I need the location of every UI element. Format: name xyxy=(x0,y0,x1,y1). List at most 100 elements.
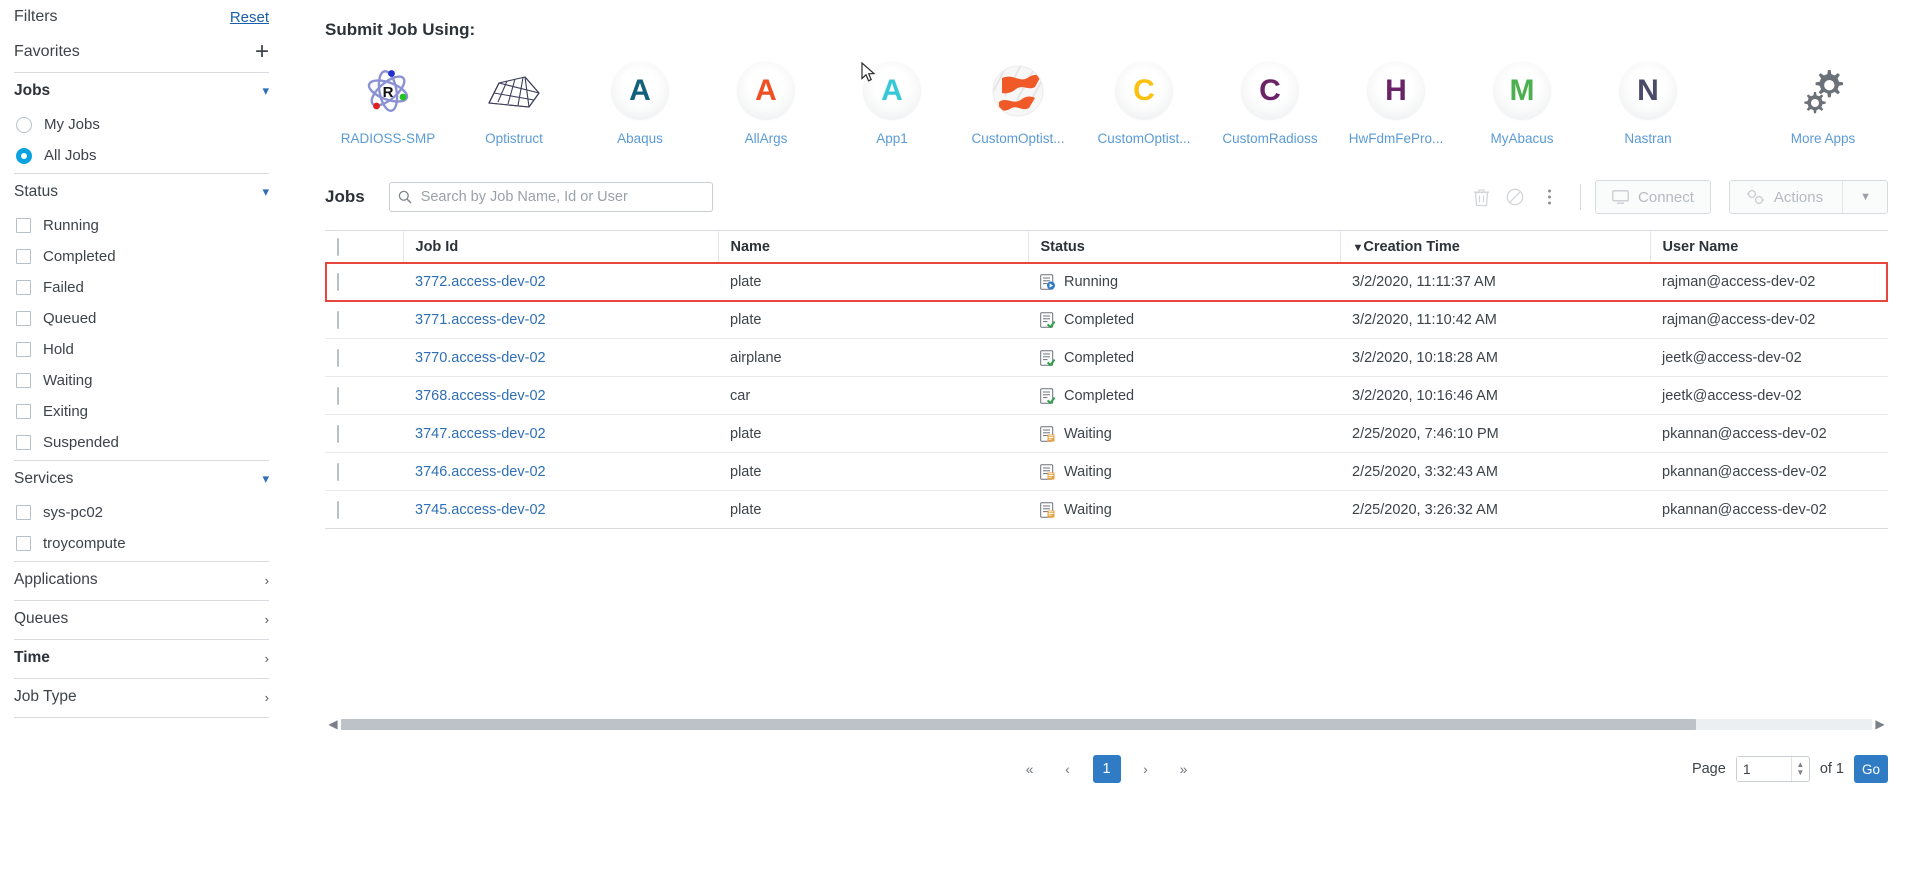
app-label: Optistruct xyxy=(485,131,543,146)
app-radioss-smp[interactable]: R RADIOSS-SMP xyxy=(325,62,451,146)
column-header-creation-time[interactable]: ▼Creation Time xyxy=(1340,230,1651,263)
search-box[interactable] xyxy=(388,182,713,212)
app-allargs[interactable]: A AllArgs xyxy=(703,62,829,146)
row-checkbox[interactable] xyxy=(337,500,339,519)
app-nastran[interactable]: N Nastran xyxy=(1585,62,1711,146)
sidebar-group-services[interactable]: Services ▾ xyxy=(14,461,269,497)
app-customradioss[interactable]: C CustomRadioss xyxy=(1207,62,1333,146)
page-number-stepper[interactable]: ▲ ▼ xyxy=(1735,756,1810,782)
total-pages-label: of 1 xyxy=(1819,761,1844,777)
table-row[interactable]: 3771.access-dev-02 plate Completed 3/2/2… xyxy=(325,300,1888,339)
checkbox-status-waiting[interactable]: Waiting xyxy=(14,365,269,396)
scroll-right-icon[interactable]: ▶ xyxy=(1872,717,1888,731)
job-id-link[interactable]: 3746.access-dev-02 xyxy=(415,464,546,480)
reset-filters-link[interactable]: Reset xyxy=(230,9,269,26)
app-optistruct[interactable]: Optistruct xyxy=(451,62,577,146)
checkbox-status-exiting[interactable]: Exiting xyxy=(14,396,269,427)
scroll-left-icon[interactable]: ◀ xyxy=(325,717,341,731)
creation-time-label: Creation Time xyxy=(1363,238,1460,255)
job-id-link[interactable]: 3745.access-dev-02 xyxy=(415,502,546,518)
filters-title: Filters xyxy=(14,8,58,25)
select-all-checkbox[interactable] xyxy=(337,237,339,256)
actions-button[interactable]: Actions ▼ xyxy=(1728,180,1888,214)
horizontal-scrollbar[interactable]: ◀ ▶ xyxy=(325,717,1888,731)
sidebar-group-applications[interactable]: Applications › xyxy=(14,562,269,598)
search-input[interactable] xyxy=(418,188,704,206)
kebab-menu-icon[interactable] xyxy=(1532,182,1566,212)
checkbox-status-suspended[interactable]: Suspended xyxy=(14,427,269,458)
app-myabacus[interactable]: M MyAbacus xyxy=(1459,62,1585,146)
column-header-status[interactable]: Status xyxy=(1028,230,1341,263)
table-row[interactable]: 3768.access-dev-02 car Completed 3/2/202… xyxy=(325,376,1888,415)
sidebar-group-queues[interactable]: Queues › xyxy=(14,601,269,637)
scrollbar-thumb[interactable] xyxy=(341,718,1696,730)
row-checkbox[interactable] xyxy=(337,424,339,443)
page-1-button[interactable]: 1 xyxy=(1092,755,1121,783)
connect-button[interactable]: Connect xyxy=(1595,180,1711,214)
job-id-link[interactable]: 3772.access-dev-02 xyxy=(415,274,546,290)
checkbox-status-hold[interactable]: Hold xyxy=(14,334,269,365)
radio-label-all-jobs: All Jobs xyxy=(44,147,97,164)
pagination: « ‹ 1 › » Page ▲ ▼ of 1 Go xyxy=(325,755,1920,783)
column-header-name[interactable]: Name xyxy=(718,230,1029,263)
sidebar-group-jobs[interactable]: Jobs ▾ xyxy=(14,73,269,109)
stepper-arrows[interactable]: ▲ ▼ xyxy=(1790,757,1809,781)
prev-page-button[interactable]: ‹ xyxy=(1055,756,1081,782)
next-page-button[interactable]: › xyxy=(1133,756,1159,782)
jobs-table-body: 3772.access-dev-02 plate Running 3/2/202… xyxy=(325,262,1888,529)
column-header-job-id[interactable]: Job Id xyxy=(403,230,719,263)
jobs-table: Job Id Name Status ▼Creation Time User N… xyxy=(325,230,1888,529)
row-checkbox[interactable] xyxy=(337,348,339,367)
app-customoptistruct-2[interactable]: C CustomOptist... xyxy=(1081,62,1207,146)
cancel-job-icon[interactable] xyxy=(1498,182,1532,212)
checkbox-status-completed[interactable]: Completed xyxy=(14,241,269,272)
go-button[interactable]: Go xyxy=(1854,755,1888,783)
app-hwfdmfepro[interactable]: H HwFdmFePro... xyxy=(1333,62,1459,146)
table-row[interactable]: 3770.access-dev-02 airplane Completed 3/… xyxy=(325,338,1888,377)
cell-user-name: pkannan@access-dev-02 xyxy=(1650,490,1888,529)
add-favorite-icon[interactable]: + xyxy=(255,40,269,64)
row-checkbox[interactable] xyxy=(337,272,339,291)
job-id-link[interactable]: 3768.access-dev-02 xyxy=(415,388,546,404)
chevron-right-icon: › xyxy=(264,572,269,588)
checkbox-service-troycompute[interactable]: troycompute xyxy=(14,528,269,559)
radio-my-jobs[interactable]: My Jobs xyxy=(14,109,269,140)
scrollbar-track[interactable] xyxy=(341,718,1872,730)
row-checkbox[interactable] xyxy=(337,310,339,329)
more-apps-button[interactable]: More Apps xyxy=(1760,62,1886,146)
checkbox-icon xyxy=(16,404,31,419)
checkbox-service-sys-pc02[interactable]: sys-pc02 xyxy=(14,497,269,528)
table-row[interactable]: 3772.access-dev-02 plate Running 3/2/202… xyxy=(325,262,1888,301)
cell-job-id: 3770.access-dev-02 xyxy=(403,338,718,377)
delete-job-icon[interactable] xyxy=(1464,182,1498,212)
checkbox-status-failed[interactable]: Failed xyxy=(14,272,269,303)
sidebar-group-time[interactable]: Time › xyxy=(14,640,269,676)
table-row[interactable]: 3747.access-dev-02 plate Waiting 2/25/20… xyxy=(325,414,1888,453)
row-checkbox[interactable] xyxy=(337,386,339,405)
checkbox-status-queued[interactable]: Queued xyxy=(14,303,269,334)
checkbox-label: Queued xyxy=(43,310,97,327)
stepper-down-icon[interactable]: ▼ xyxy=(1796,769,1804,777)
job-id-link[interactable]: 3771.access-dev-02 xyxy=(415,312,546,328)
table-header-row: Job Id Name Status ▼Creation Time User N… xyxy=(325,230,1888,263)
column-header-user-name[interactable]: User Name xyxy=(1650,230,1888,263)
app-customoptistruct-1[interactable]: CustomOptist... xyxy=(955,62,1081,146)
row-checkbox[interactable] xyxy=(337,462,339,481)
job-id-link[interactable]: 3747.access-dev-02 xyxy=(415,426,546,442)
last-page-button[interactable]: » xyxy=(1171,756,1197,782)
app-abaqus[interactable]: A Abaqus xyxy=(577,62,703,146)
chevron-down-icon[interactable]: ▼ xyxy=(1852,191,1879,203)
app-app1[interactable]: A App1 xyxy=(829,62,955,146)
sidebar-group-status[interactable]: Status ▾ xyxy=(14,174,269,210)
checkbox-icon xyxy=(16,280,31,295)
sidebar-group-job-type[interactable]: Job Type › xyxy=(14,679,269,715)
page-number-input[interactable] xyxy=(1736,757,1791,781)
job-id-link[interactable]: 3770.access-dev-02 xyxy=(415,350,546,366)
checkbox-status-running[interactable]: Running xyxy=(14,210,269,241)
queues-group-label: Queues xyxy=(14,610,69,627)
table-row[interactable]: 3746.access-dev-02 plate Waiting 2/25/20… xyxy=(325,452,1888,491)
first-page-button[interactable]: « xyxy=(1017,756,1043,782)
app-label: HwFdmFePro... xyxy=(1348,131,1444,146)
radio-all-jobs[interactable]: All Jobs xyxy=(14,140,269,171)
table-row[interactable]: 3745.access-dev-02 plate Waiting 2/25/20… xyxy=(325,490,1888,529)
